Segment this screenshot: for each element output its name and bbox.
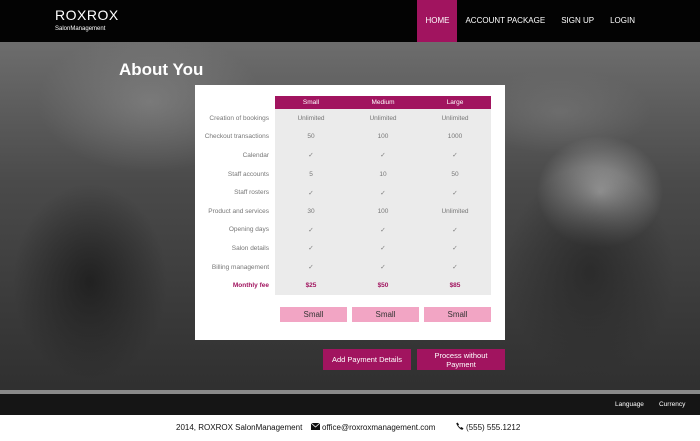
footer-info: 2014, ROXROX SalonManagement office@roxr… [0,415,700,441]
feature-name: Staff rosters [234,189,269,197]
feature-value: ✓ [347,220,419,240]
feature-value: 10 [347,164,419,184]
feature-value: ✓ [419,239,491,258]
phone-text: (555) 555.1212 [466,423,521,433]
feature-value: 50 [275,127,347,147]
feature-row: Opening days ✓ ✓ ✓ [199,220,491,240]
pricing-card: Small Medium Large Creation of bookings U… [195,85,505,340]
feature-row: Calendar ✓ ✓ ✓ [199,146,491,165]
brand-subtitle: SalonManagement [55,26,106,32]
feature-row: Staff rosters ✓ ✓ ✓ [199,183,491,202]
feature-value: 100 [347,201,419,221]
feature-value: ✓ [347,257,419,277]
feature-value: 5 [275,164,347,184]
feature-row: Staff accounts 5 10 50 [199,164,491,184]
feature-value: Unlimited [419,201,491,221]
email-text: office@roxroxmanagement.com [322,423,436,433]
feature-row: Checkout transactions 50 100 1000 [199,127,491,147]
feature-name: Opening days [228,226,269,234]
feature-value: ✓ [347,239,419,258]
process-button-line2: Payment [446,360,476,369]
monthly-fee-row: Monthly fee $25 $50 $85 [199,276,491,295]
envelope-icon [310,415,321,441]
feature-name: Monthly fee [232,282,269,290]
feature-row: Salon details ✓ ✓ ✓ [199,239,491,258]
feature-name: Staff accounts [227,170,269,178]
page-title: About You [119,60,204,79]
feature-value: ✓ [275,257,347,277]
feature-row: Creation of bookings Unlimited Unlimited Un… [199,109,491,128]
phone-icon [456,415,464,441]
feature-value: 50 [419,164,491,184]
currency-link[interactable]: Currency [659,394,685,415]
nav-login[interactable]: LOGIN [602,0,643,42]
top-navbar: ROXROX SalonManagement HOME ACCOUNT PACK… [0,0,700,42]
feature-value: ✓ [275,239,347,258]
pricing-table: Small Medium Large Creation of bookings U… [199,96,491,295]
plan-header-medium: Medium [347,96,419,109]
feature-name: Billing management [211,263,269,271]
feature-value: Unlimited [275,109,347,128]
feature-value: ✓ [275,183,347,202]
footer-email[interactable]: office@roxroxmanagement.com [310,415,436,441]
feature-value: 30 [275,201,347,221]
footer-phone[interactable]: (555) 555.1212 [456,415,520,441]
feature-value: ✓ [275,220,347,240]
feature-name: Product and services [208,207,269,215]
process-button-line1: Process without [434,351,488,360]
feature-value: ✓ [347,146,419,165]
feature-value: ✓ [419,220,491,240]
add-payment-details-button[interactable]: Add Payment Details [323,349,411,370]
nav-sign-up[interactable]: SIGN UP [553,0,602,42]
nav-account-package[interactable]: ACCOUNT PACKAGE [457,0,553,42]
footer-bar: Language Currency [0,394,700,415]
feature-row: Billing management ✓ ✓ ✓ [199,257,491,277]
feature-value: ✓ [419,183,491,202]
fee-value: $85 [419,276,491,295]
nav-home[interactable]: HOME [417,0,458,42]
plan-header-large: Large [419,96,491,109]
feature-name: Creation of bookings [209,114,269,122]
select-medium-button[interactable]: Small [352,307,419,322]
brand-title: ROXROX [55,7,119,23]
plan-header-small: Small [275,96,347,109]
feature-value: ✓ [419,146,491,165]
process-without-payment-button[interactable]: Process without Payment [417,349,505,370]
select-small-button[interactable]: Small [280,307,347,322]
feature-value: 1000 [419,127,491,147]
language-link[interactable]: Language [615,394,644,415]
feature-value: ✓ [275,146,347,165]
main-menu: HOME ACCOUNT PACKAGE SIGN UP LOGIN [417,0,643,42]
feature-name: Checkout transactions [204,133,269,141]
fee-value: $50 [347,276,419,295]
fee-value: $25 [275,276,347,295]
feature-value: ✓ [419,257,491,277]
feature-rows: Creation of bookings Unlimited Unlimited Un… [199,109,491,295]
header-spacer [199,96,275,109]
feature-name: Calendar [242,151,269,159]
feature-row: Product and services 30 100 Unlimited [199,201,491,221]
feature-value: Unlimited [419,109,491,128]
feature-value: ✓ [347,183,419,202]
feature-name: Salon details [231,244,269,252]
feature-value: Unlimited [347,109,419,128]
brand-logo[interactable]: ROXROX SalonManagement [55,7,119,33]
plan-header-row: Small Medium Large [199,96,491,109]
select-large-button[interactable]: Small [424,307,491,322]
copyright-text: 2014, ROXROX SalonManagement [176,423,303,432]
feature-value: 100 [347,127,419,147]
